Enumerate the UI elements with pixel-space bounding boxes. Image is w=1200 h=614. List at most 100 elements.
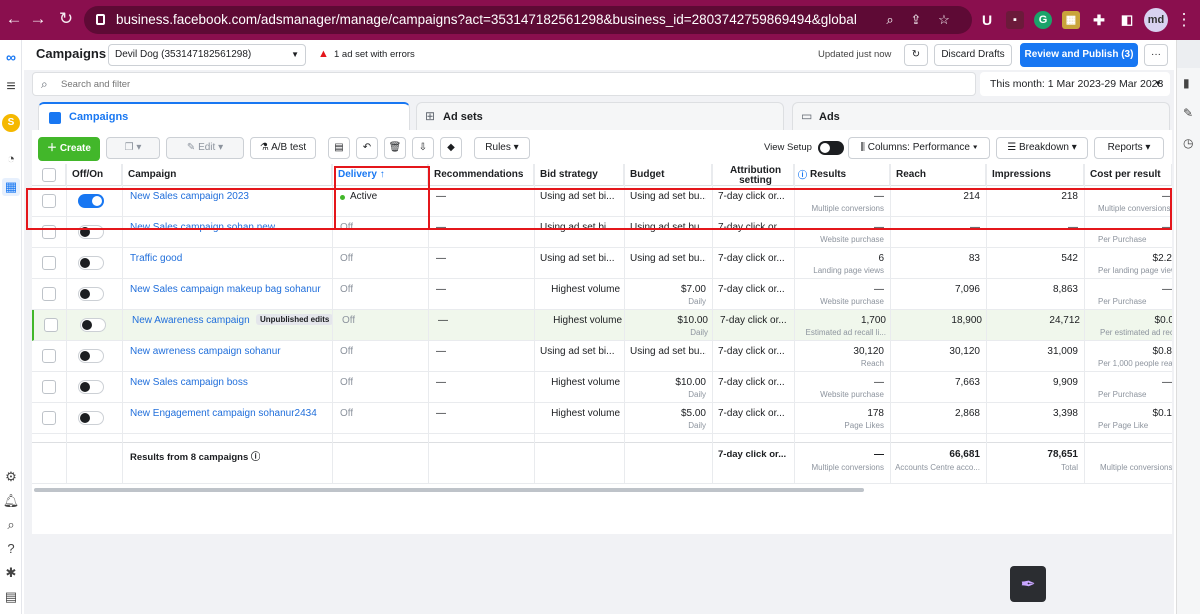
col-header-recommendations[interactable]: Recommendations bbox=[428, 164, 534, 186]
account-avatar-icon[interactable]: S bbox=[2, 114, 20, 132]
share-icon[interactable]: ⇪ bbox=[908, 12, 924, 28]
campaign-toggle[interactable] bbox=[80, 318, 106, 332]
row-checkbox[interactable] bbox=[42, 411, 56, 425]
help-icon[interactable]: ? bbox=[2, 540, 20, 558]
horizontal-scrollbar[interactable] bbox=[34, 488, 864, 492]
delete-button[interactable]: 🗑︎ bbox=[384, 137, 406, 159]
info-icon: ⓘ bbox=[798, 170, 808, 180]
table-row[interactable]: New Awareness campaign ... Unpublished ed… bbox=[32, 310, 1172, 341]
campaign-toggle[interactable] bbox=[78, 380, 104, 394]
impressions-cell: 24,712 bbox=[1049, 315, 1080, 326]
reach-cell: 18,900 bbox=[951, 315, 982, 326]
breakdown-button[interactable]: ☰ Breakdown ▾ bbox=[996, 137, 1088, 159]
reports-button[interactable]: Reports ▾ bbox=[1094, 137, 1164, 159]
row-checkbox[interactable] bbox=[42, 349, 56, 363]
col-header-budget[interactable]: Budget bbox=[624, 164, 712, 186]
search-icon[interactable]: ⌕ bbox=[2, 516, 20, 534]
rules-button[interactable]: Rules ▾ bbox=[474, 137, 530, 159]
chart-icon[interactable]: ▮ bbox=[1183, 76, 1190, 90]
campaign-toggle[interactable] bbox=[78, 349, 104, 363]
date-range-picker[interactable]: This month: 1 Mar 2023-29 Mar 2023 ▼ bbox=[980, 72, 1170, 96]
extension-g-icon[interactable]: G bbox=[1034, 11, 1052, 29]
view-setup-toggle[interactable] bbox=[818, 141, 844, 155]
meta-logo-icon[interactable]: ∞ bbox=[2, 48, 20, 66]
select-all-checkbox[interactable] bbox=[42, 168, 56, 182]
tab-ad-sets[interactable]: ⊞ Ad sets bbox=[416, 102, 784, 130]
search-filter-bar[interactable]: ⌕ bbox=[32, 72, 976, 96]
review-publish-button[interactable]: Review and Publish (3) bbox=[1020, 43, 1138, 67]
delivery-status: Off bbox=[340, 284, 354, 295]
tab-ads[interactable]: ▭ Ads bbox=[792, 102, 1170, 130]
chevron-down-icon: ▾ bbox=[969, 142, 978, 153]
reload-icon[interactable]: ↻ bbox=[56, 9, 76, 29]
col-header-reach[interactable]: Reach bbox=[890, 164, 986, 186]
edit-pencil-icon[interactable]: ✎ bbox=[1183, 106, 1193, 120]
error-notice[interactable]: 1 ad set with errors bbox=[334, 49, 415, 60]
history-clock-icon[interactable]: ◷ bbox=[1183, 136, 1193, 150]
zoom-icon[interactable]: ⌕ bbox=[882, 12, 898, 28]
table-row[interactable]: New Sales campaign makeup bag sohanur Off… bbox=[32, 279, 1172, 310]
campaign-toggle[interactable] bbox=[78, 256, 104, 270]
col-header-campaign[interactable]: Campaign bbox=[122, 164, 332, 186]
campaign-name-link[interactable]: New Awareness campaign ... bbox=[132, 315, 250, 326]
notifications-bell-icon[interactable]: 🔔︎ bbox=[2, 492, 20, 510]
row-checkbox[interactable] bbox=[44, 318, 58, 332]
discard-drafts-button[interactable]: Discard Drafts bbox=[934, 44, 1012, 66]
col-header-cost[interactable]: Cost per result bbox=[1084, 164, 1172, 186]
extension-u-icon[interactable]: U bbox=[978, 11, 996, 29]
search-input[interactable] bbox=[61, 76, 941, 92]
row-checkbox[interactable] bbox=[42, 380, 56, 394]
extension-doc-icon[interactable]: ▪ bbox=[1006, 11, 1024, 29]
back-arrow-icon[interactable]: ← bbox=[4, 9, 24, 29]
row-checkbox[interactable] bbox=[42, 256, 56, 270]
tag-button[interactable]: ◆ bbox=[440, 137, 462, 159]
refresh-button[interactable]: ↻ bbox=[904, 44, 928, 66]
side-panel-icon[interactable]: ◧ bbox=[1118, 11, 1136, 29]
quill-feather-icon[interactable]: ✒ bbox=[1010, 566, 1046, 602]
col-header-attribution[interactable]: Attribution setting bbox=[712, 164, 794, 186]
row-checkbox[interactable] bbox=[42, 287, 56, 301]
campaign-toggle[interactable] bbox=[78, 287, 104, 301]
clipboard-button[interactable]: ▤ bbox=[328, 137, 350, 159]
campaign-name-link[interactable]: New Sales campaign makeup bag sohanur bbox=[130, 284, 321, 295]
edit-button[interactable]: ✎ Edit ▾ bbox=[166, 137, 244, 159]
account-select[interactable]: Devil Dog (353147182561298) ▼ bbox=[108, 44, 306, 66]
extension-image-icon[interactable]: ▦ bbox=[1062, 11, 1080, 29]
create-button[interactable]: ＋ Create bbox=[38, 137, 100, 161]
col-header-impressions[interactable]: Impressions bbox=[986, 164, 1084, 186]
address-bar[interactable]: business.facebook.com/adsmanager/manage/… bbox=[84, 6, 972, 34]
more-options-button[interactable]: ··· bbox=[1144, 44, 1168, 66]
col-header-results[interactable]: ⓘ Results bbox=[794, 164, 890, 186]
forward-arrow-icon[interactable]: → bbox=[28, 9, 48, 29]
columns-button[interactable]: ⫼ Columns: Performance ▾ bbox=[848, 137, 990, 159]
export-button[interactable]: ⇩ bbox=[412, 137, 434, 159]
undo-button[interactable]: ↶ bbox=[356, 137, 378, 159]
hamburger-menu-icon[interactable]: ≡ bbox=[2, 78, 20, 96]
campaign-name-link[interactable]: New Engagement campaign sohanur2434 bbox=[130, 408, 317, 419]
campaign-toggle[interactable] bbox=[78, 411, 104, 425]
col-header-bid-strategy[interactable]: Bid strategy bbox=[534, 164, 624, 186]
table-row[interactable]: New Engagement campaign sohanur2434 Off — H… bbox=[32, 403, 1172, 434]
campaign-name-link[interactable]: New Sales campaign boss bbox=[130, 377, 248, 388]
settings-gear-icon[interactable]: ⚙ bbox=[2, 468, 20, 486]
table-row[interactable]: Traffic good Off — Using ad set bi... Using … bbox=[32, 248, 1172, 279]
profile-avatar[interactable]: md bbox=[1144, 8, 1168, 32]
extensions-puzzle-icon[interactable]: ✚ bbox=[1090, 11, 1108, 29]
tab-campaigns[interactable]: Campaigns bbox=[38, 102, 410, 130]
ab-test-button[interactable]: ⚗ A/B test bbox=[250, 137, 316, 159]
bid-strategy-cell: Highest volume bbox=[553, 315, 622, 326]
table-row[interactable]: New Sales campaign boss Off — Highest volum… bbox=[32, 372, 1172, 403]
campaign-name-link[interactable]: New awreness campaign sohanur bbox=[130, 346, 281, 357]
duplicate-button[interactable]: ❐ ▾ bbox=[106, 137, 160, 159]
apps-grid-icon[interactable]: ▤ bbox=[2, 588, 20, 606]
col-header-onoff[interactable]: Off/On bbox=[66, 164, 122, 186]
browser-menu-icon[interactable]: ⋮ bbox=[1174, 10, 1194, 30]
dashboard-gauge-icon[interactable]: ◔ bbox=[2, 150, 20, 168]
bookmark-star-icon[interactable]: ☆ bbox=[936, 12, 952, 28]
url-text[interactable]: business.facebook.com/adsmanager/manage/… bbox=[116, 6, 856, 34]
tab-campaigns-label: Campaigns bbox=[69, 111, 129, 123]
campaigns-table-icon[interactable]: ▦ bbox=[2, 178, 20, 196]
bug-report-icon[interactable]: ✱ bbox=[2, 564, 20, 582]
table-row[interactable]: New awreness campaign sohanur Off — Using a… bbox=[32, 341, 1172, 372]
campaign-name-link[interactable]: Traffic good bbox=[130, 253, 182, 264]
